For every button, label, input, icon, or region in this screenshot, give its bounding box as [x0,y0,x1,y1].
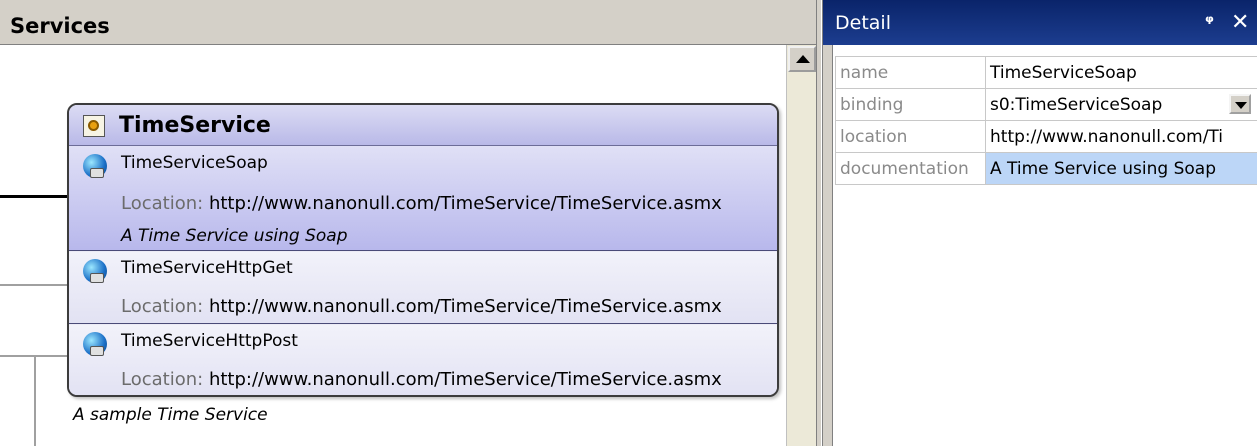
service-box[interactable]: TimeService TimeServiceSoap Location: ht… [67,103,779,397]
detail-row-documentation[interactable]: documentation A Time Service using Soap [835,152,1257,185]
connector-line [0,284,67,286]
port-name: TimeServiceHttpGet [121,258,293,278]
chevron-down-icon [1235,102,1247,109]
detail-key: binding [835,88,986,121]
vertical-scrollbar[interactable] [786,45,816,446]
detail-value-field[interactable]: http://www.nanonull.com/Ti [985,120,1257,153]
arrow-up-icon [796,55,810,63]
services-header: Services [0,0,822,45]
connector-line [34,355,36,446]
scroll-up-button[interactable] [788,46,816,72]
services-panel: Services A sample Time Service TimeServi… [0,0,822,446]
dropdown-button[interactable] [1229,94,1251,114]
detail-row-name[interactable]: name TimeServiceSoap [835,56,1257,89]
detail-header: Detail ᵠ ✕ [823,0,1257,45]
service-name: TimeService [119,113,271,138]
detail-key: location [835,120,986,153]
port-timeservicehttppost[interactable]: TimeServiceHttpPost Location: http://www… [69,325,777,395]
port-location: Location: http://www.nanonull.com/TimeSe… [121,296,722,317]
detail-row-location[interactable]: location http://www.nanonull.com/Ti [835,120,1257,153]
port-name: TimeServiceHttpPost [121,331,298,351]
detail-value-field[interactable]: TimeServiceSoap [985,56,1257,89]
port-location: Location: http://www.nanonull.com/TimeSe… [121,369,722,390]
location-url: http://www.nanonull.com/TimeService/Time… [208,193,722,214]
detail-title: Detail [835,12,891,34]
port-timeservicesoap[interactable]: TimeServiceSoap Location: http://www.nan… [69,146,777,251]
detail-left-border [823,45,833,446]
services-title: Services [10,14,110,38]
globe-icon [83,154,107,178]
detail-key: documentation [835,152,986,185]
detail-row-binding[interactable]: binding s0:TimeServiceSoap [835,88,1257,121]
location-label: Location: [121,193,204,214]
location-url: http://www.nanonull.com/TimeService/Time… [208,369,722,390]
service-documentation: A sample Time Service [73,405,268,425]
location-url: http://www.nanonull.com/TimeService/Time… [208,296,722,317]
port-documentation: A Time Service using Soap [121,226,348,246]
detail-panel: Detail ᵠ ✕ name TimeServiceSoap binding … [822,0,1257,446]
pin-icon[interactable]: ᵠ [1205,12,1214,33]
globe-icon [83,259,107,283]
port-timeservicehttpget[interactable]: TimeServiceHttpGet Location: http://www.… [69,252,777,324]
close-icon[interactable]: ✕ [1231,10,1249,35]
detail-key: name [835,56,986,89]
globe-icon [83,332,107,356]
location-label: Location: [121,296,204,317]
detail-value-field[interactable]: A Time Service using Soap [985,152,1257,185]
port-location: Location: http://www.nanonull.com/TimeSe… [121,193,722,214]
service-header[interactable]: TimeService [69,105,777,146]
service-icon [83,115,105,137]
detail-binding-select[interactable]: s0:TimeServiceSoap [985,88,1257,121]
binding-value: s0:TimeServiceSoap [990,94,1163,115]
location-label: Location: [121,369,204,390]
connector-line [0,195,67,198]
port-name: TimeServiceSoap [121,153,268,173]
detail-table: name TimeServiceSoap binding s0:TimeServ… [835,56,1257,185]
